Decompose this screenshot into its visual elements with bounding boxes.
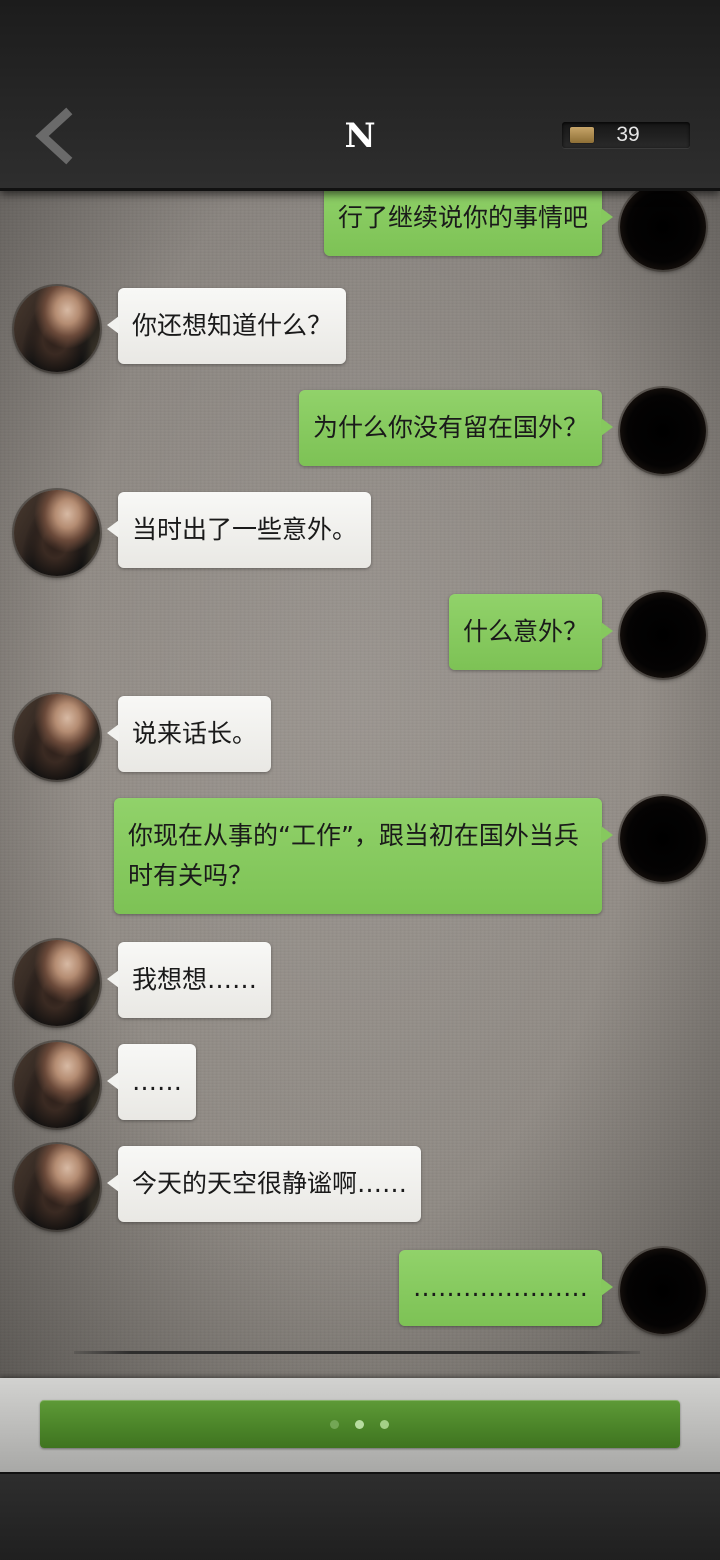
coin-count: 39 [616,123,640,146]
continue-button[interactable] [40,1400,680,1448]
message-bubble-other[interactable]: 今天的天空很静谧啊…… [106,1146,422,1222]
bottom-bar [0,1378,720,1472]
message-bubble-self[interactable]: 行了继续说你的事情吧 [323,188,614,256]
gold-bar-icon [570,127,594,143]
message-bubble-other[interactable]: 说来话长。 [106,696,272,772]
self-avatar[interactable] [620,1248,706,1334]
self-avatar[interactable] [620,188,706,270]
contact-avatar[interactable] [14,1042,100,1128]
coin-counter[interactable]: 39 [562,122,690,148]
typing-dot [355,1420,364,1429]
contact-avatar[interactable] [14,286,100,372]
typing-dot [330,1420,339,1429]
message-bubble-other[interactable]: 我想想…… [106,942,272,1018]
message-bubble-other[interactable]: 你还想知道什么？ [106,288,347,364]
self-avatar[interactable] [620,388,706,474]
footer-bar [0,1472,720,1560]
chat-screen: N 39 行了继续说你的事情吧 你还想知道什么？ 为什么你没有留在国外？ 当时出… [0,0,720,1560]
message-bubble-self[interactable]: 为什么你没有留在国外？ [298,390,614,466]
message-bubble-self[interactable]: 什么意外？ [448,594,614,670]
contact-avatar[interactable] [14,490,100,576]
message-bubble-self[interactable]: 你现在从事的“工作”，跟当初在国外当兵时有关吗？ [114,798,613,914]
contact-avatar[interactable] [14,1144,100,1230]
message-bubble-self[interactable]: ………………… [399,1250,613,1326]
message-bubble-other[interactable]: …… [107,1044,196,1120]
typing-dot [380,1420,389,1429]
contact-name: N [344,116,376,156]
contact-avatar[interactable] [14,940,100,1026]
divider [74,1351,640,1354]
self-avatar[interactable] [620,592,706,678]
chevron-left-icon [35,107,73,165]
self-avatar[interactable] [620,796,706,882]
top-bar: N 39 [0,0,720,191]
message-list[interactable]: 行了继续说你的事情吧 你还想知道什么？ 为什么你没有留在国外？ 当时出了一些意外… [0,188,720,1378]
back-button[interactable] [28,104,84,168]
message-bubble-other[interactable]: 当时出了一些意外。 [106,492,372,568]
contact-avatar[interactable] [14,694,100,780]
